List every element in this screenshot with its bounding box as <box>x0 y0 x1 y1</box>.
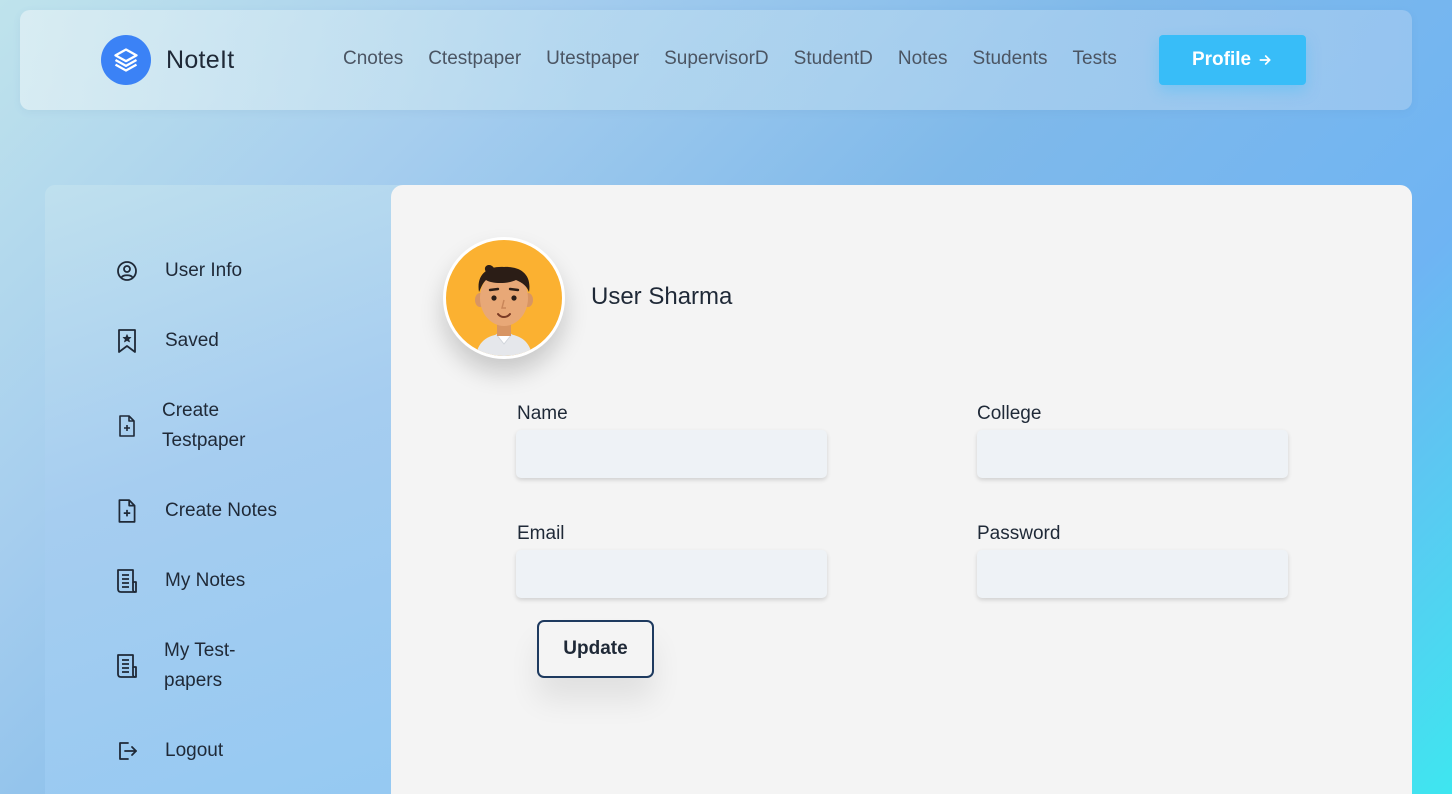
nav-link-cnotes[interactable]: Cnotes <box>343 48 403 70</box>
sidebar-item-logout[interactable]: Logout <box>115 736 223 766</box>
nav-link-ctestpaper[interactable]: Ctestpaper <box>428 48 521 70</box>
arrow-right-icon <box>1259 55 1271 65</box>
sidebar-item-user-info[interactable]: User Info <box>115 256 242 286</box>
update-button[interactable]: Update <box>537 620 654 678</box>
logout-icon <box>115 739 139 763</box>
nav-links: Cnotes Ctestpaper Utestpaper SupervisorD… <box>343 48 1142 70</box>
sidebar-item-create-testpaper[interactable]: Create Testpaper <box>115 396 272 456</box>
file-plus-icon <box>115 499 139 523</box>
sidebar-item-label: Logout <box>165 740 224 761</box>
sidebar: User Info Saved Create Testpaper Create … <box>45 185 415 794</box>
nav-link-utestpaper[interactable]: Utestpaper <box>546 48 639 70</box>
profile-panel: User Sharma Name College Email Password … <box>391 185 1412 794</box>
password-label: Password <box>977 523 1061 544</box>
sidebar-item-label: Saved <box>165 330 219 351</box>
sidebar-item-label: Create Testpaper <box>162 400 246 451</box>
sidebar-item-label: My Test-papers <box>164 640 236 691</box>
college-label: College <box>977 403 1042 424</box>
nav-link-tests[interactable]: Tests <box>1073 48 1117 70</box>
document-lines-icon <box>115 654 139 678</box>
document-lines-icon <box>115 569 139 593</box>
profile-button-label: Profile <box>1191 49 1252 70</box>
brand[interactable]: NoteIt <box>101 35 235 85</box>
user-circle-icon <box>115 259 139 283</box>
nav-link-supervisord[interactable]: SupervisorD <box>664 48 769 70</box>
nav-link-students[interactable]: Students <box>973 48 1048 70</box>
name-field[interactable] <box>516 430 827 478</box>
user-name: User Sharma <box>591 283 733 310</box>
sidebar-item-my-testpapers[interactable]: My Test-papers <box>115 636 254 696</box>
sidebar-item-label: My Notes <box>165 570 246 591</box>
sidebar-item-saved[interactable]: Saved <box>115 326 219 356</box>
brand-name: NoteIt <box>166 45 235 74</box>
sidebar-item-create-notes[interactable]: Create Notes <box>115 496 277 526</box>
sidebar-item-label: User Info <box>165 260 243 281</box>
layers-icon <box>101 35 151 85</box>
sidebar-item-my-notes[interactable]: My Notes <box>115 566 245 596</box>
profile-button[interactable]: Profile <box>1159 35 1306 85</box>
top-navbar: NoteIt Cnotes Ctestpaper Utestpaper Supe… <box>20 10 1412 110</box>
email-field[interactable] <box>516 550 827 598</box>
nav-link-studentd[interactable]: StudentD <box>794 48 873 70</box>
password-field[interactable] <box>977 550 1288 598</box>
file-plus-icon <box>115 414 139 438</box>
college-field[interactable] <box>977 430 1288 478</box>
name-label: Name <box>517 403 568 424</box>
bookmark-star-icon <box>115 329 139 353</box>
avatar <box>443 237 565 359</box>
sidebar-item-label: Create Notes <box>165 500 277 521</box>
nav-link-notes[interactable]: Notes <box>898 48 948 70</box>
email-label: Email <box>517 523 565 544</box>
